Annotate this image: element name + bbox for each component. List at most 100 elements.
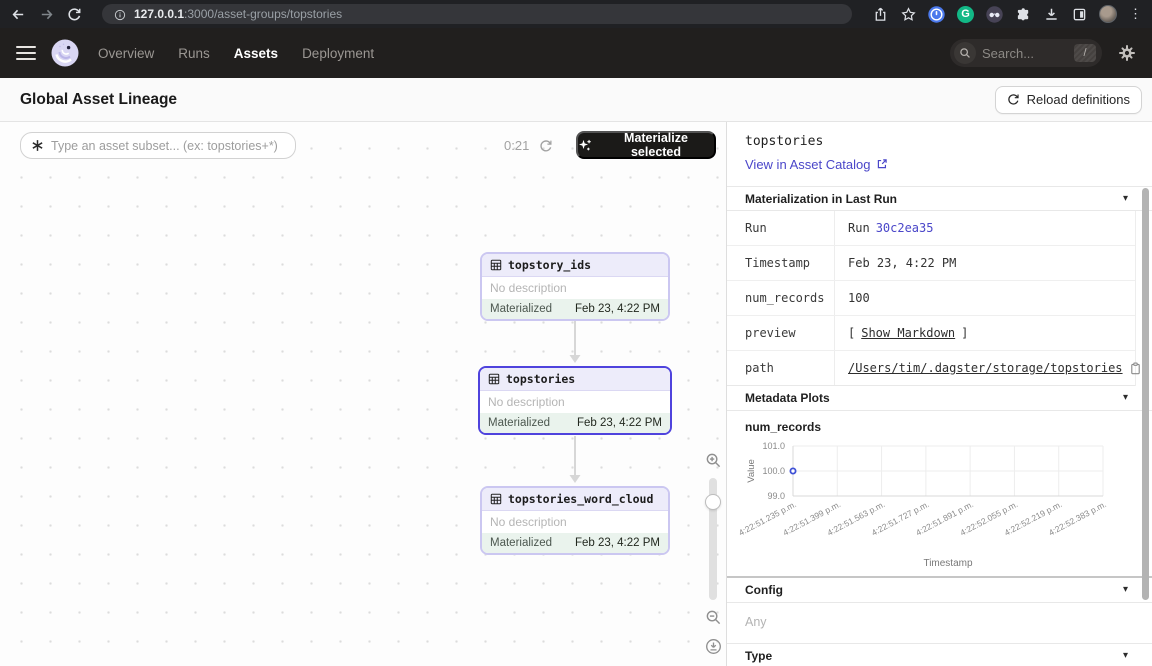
dagster-logo[interactable] (50, 38, 80, 68)
asset-name: topstories_word_cloud (508, 492, 653, 506)
materialize-selected-button[interactable]: Materialize selected (576, 131, 716, 159)
share-icon[interactable] (872, 6, 888, 22)
url-text: 127.0.0.1:3000/asset-groups/topstories (134, 7, 342, 21)
refresh-icon[interactable] (539, 139, 553, 153)
materialization-timestamp: Feb 23, 4:22 PM (575, 303, 660, 315)
back-icon[interactable] (10, 6, 26, 22)
zoom-out-icon[interactable] (705, 609, 722, 626)
svg-text:100.0: 100.0 (762, 466, 785, 476)
config-value: Any (727, 603, 1152, 643)
reload-icon (1007, 93, 1020, 106)
panel-scrollbar-thumb[interactable] (1142, 188, 1149, 600)
global-search[interactable]: / (950, 39, 1102, 67)
table-row: path /Users/tim/.dagster/storage/topstor… (727, 351, 1135, 386)
selected-asset-name: topstories (745, 134, 1152, 151)
reading-list-icon[interactable] (1071, 6, 1087, 22)
svg-text:Value: Value (746, 459, 757, 483)
zoom-in-icon[interactable] (705, 452, 722, 469)
nav-item-overview[interactable]: Overview (98, 46, 154, 61)
svg-text:99.0: 99.0 (767, 491, 785, 501)
materialization-timestamp: Feb 23, 4:22 PM (577, 417, 662, 429)
status-badge: Materialized (488, 417, 550, 429)
asset-description: No description (482, 511, 668, 533)
zoom-slider[interactable] (709, 478, 717, 600)
asset-node-header: topstories_word_cloud (482, 488, 668, 511)
nav-item-deployment[interactable]: Deployment (302, 46, 374, 61)
timer-countdown: 0:21 (504, 138, 529, 153)
asset-status-row: Materialized Feb 23, 4:22 PM (482, 299, 668, 319)
section-metadata-plots[interactable]: Metadata Plots ▾ (727, 386, 1152, 411)
section-type[interactable]: Type ▾ (727, 643, 1152, 666)
app-navbar: Overview Runs Assets Deployment / (0, 28, 1152, 78)
caret-down-icon: ▾ (1123, 194, 1128, 204)
caret-down-icon: ▾ (1123, 393, 1128, 403)
extension-glasses-icon[interactable] (986, 6, 1003, 23)
page-header: Global Asset Lineage Reload definitions (0, 78, 1152, 122)
table-grid-icon (490, 493, 502, 505)
extensions-puzzle-icon[interactable] (1015, 6, 1031, 22)
refresh-timer: 0:21 (504, 132, 553, 159)
table-row: Timestamp Feb 23, 4:22 PM (727, 246, 1135, 281)
table-grid-icon (490, 259, 502, 271)
asset-subset-filter[interactable] (20, 132, 296, 159)
asset-name: topstories (506, 372, 575, 386)
extension-password-icon[interactable] (928, 6, 945, 23)
asset-node-header: topstories (480, 368, 670, 391)
view-in-asset-catalog-link[interactable]: View in Asset Catalog (745, 154, 888, 174)
asset-detail-panel: topstories View in Asset Catalog Materia… (726, 122, 1152, 666)
table-row: Run Run 30c2ea35 (727, 211, 1135, 246)
asterisk-filter-icon (31, 139, 44, 152)
asset-status-row: Materialized Feb 23, 4:22 PM (482, 533, 668, 553)
asset-subset-input[interactable] (51, 139, 285, 153)
materialization-timestamp: Feb 23, 4:22 PM (575, 537, 660, 549)
asset-node-topstories[interactable]: topstories No description Materialized F… (478, 366, 672, 435)
svg-text:101.0: 101.0 (762, 441, 785, 451)
downloads-icon[interactable] (1043, 6, 1059, 22)
nav-item-assets[interactable]: Assets (234, 46, 278, 61)
asset-graph-canvas[interactable]: 0:21 Materialize selected topstory_ids N… (0, 122, 726, 666)
reload-definitions-button[interactable]: Reload definitions (995, 86, 1142, 114)
show-markdown-link[interactable]: Show Markdown (861, 326, 955, 340)
asset-description: No description (482, 277, 668, 299)
nav-item-runs[interactable]: Runs (178, 46, 210, 61)
table-row: preview [Show Markdown] (727, 316, 1135, 351)
caret-down-icon: ▾ (1123, 651, 1128, 661)
browser-menu-icon[interactable]: ⋮ (1129, 6, 1142, 22)
forward-icon[interactable] (38, 6, 54, 22)
settings-gear-icon[interactable] (1118, 44, 1136, 62)
plot-metric-name: num_records (727, 411, 1152, 438)
zoom-slider-handle[interactable] (705, 494, 721, 510)
table-row: num_records 100 (727, 281, 1135, 316)
table-grid-icon (488, 373, 500, 385)
address-bar[interactable]: 127.0.0.1:3000/asset-groups/topstories (102, 4, 852, 24)
metadata-plot: 99.0100.0101.04:22:51.235 p.m.4:22:51.39… (727, 438, 1152, 576)
section-materialization-last-run[interactable]: Materialization in Last Run ▾ (727, 186, 1152, 211)
asset-node-topstories-word-cloud[interactable]: topstories_word_cloud No description Mat… (480, 486, 670, 555)
asset-node-topstory-ids[interactable]: topstory_ids No description Materialized… (480, 252, 670, 321)
nav-menu-icon[interactable] (16, 46, 36, 60)
status-badge: Materialized (490, 303, 552, 315)
asset-status-row: Materialized Feb 23, 4:22 PM (480, 413, 670, 433)
status-badge: Materialized (490, 537, 552, 549)
search-input[interactable] (982, 46, 1062, 61)
sparkle-icon (578, 138, 592, 152)
bookmark-star-icon[interactable] (900, 6, 916, 22)
copy-path-icon[interactable] (1129, 362, 1142, 375)
asset-description: No description (480, 391, 670, 413)
extension-grammarly-icon[interactable]: G (957, 6, 974, 23)
zoom-controls (700, 452, 726, 655)
asset-node-header: topstory_ids (482, 254, 668, 277)
reset-zoom-icon[interactable] (705, 638, 722, 655)
svg-text:Timestamp: Timestamp (923, 558, 973, 569)
materialization-table: Run Run 30c2ea35 Timestamp Feb 23, 4:22 … (727, 211, 1136, 386)
storage-path-link[interactable]: /Users/tim/.dagster/storage/topstories (848, 361, 1123, 375)
search-icon (954, 42, 976, 64)
reload-page-icon[interactable] (66, 6, 82, 22)
screen: 127.0.0.1:3000/asset-groups/topstories G… (0, 0, 1152, 666)
site-info-icon[interactable] (114, 8, 126, 20)
browser-profile-avatar[interactable] (1099, 5, 1117, 23)
external-link-icon (876, 158, 888, 170)
section-config[interactable]: Config ▾ (727, 578, 1152, 603)
page-title: Global Asset Lineage (20, 91, 177, 109)
run-id-link[interactable]: 30c2ea35 (876, 221, 934, 235)
